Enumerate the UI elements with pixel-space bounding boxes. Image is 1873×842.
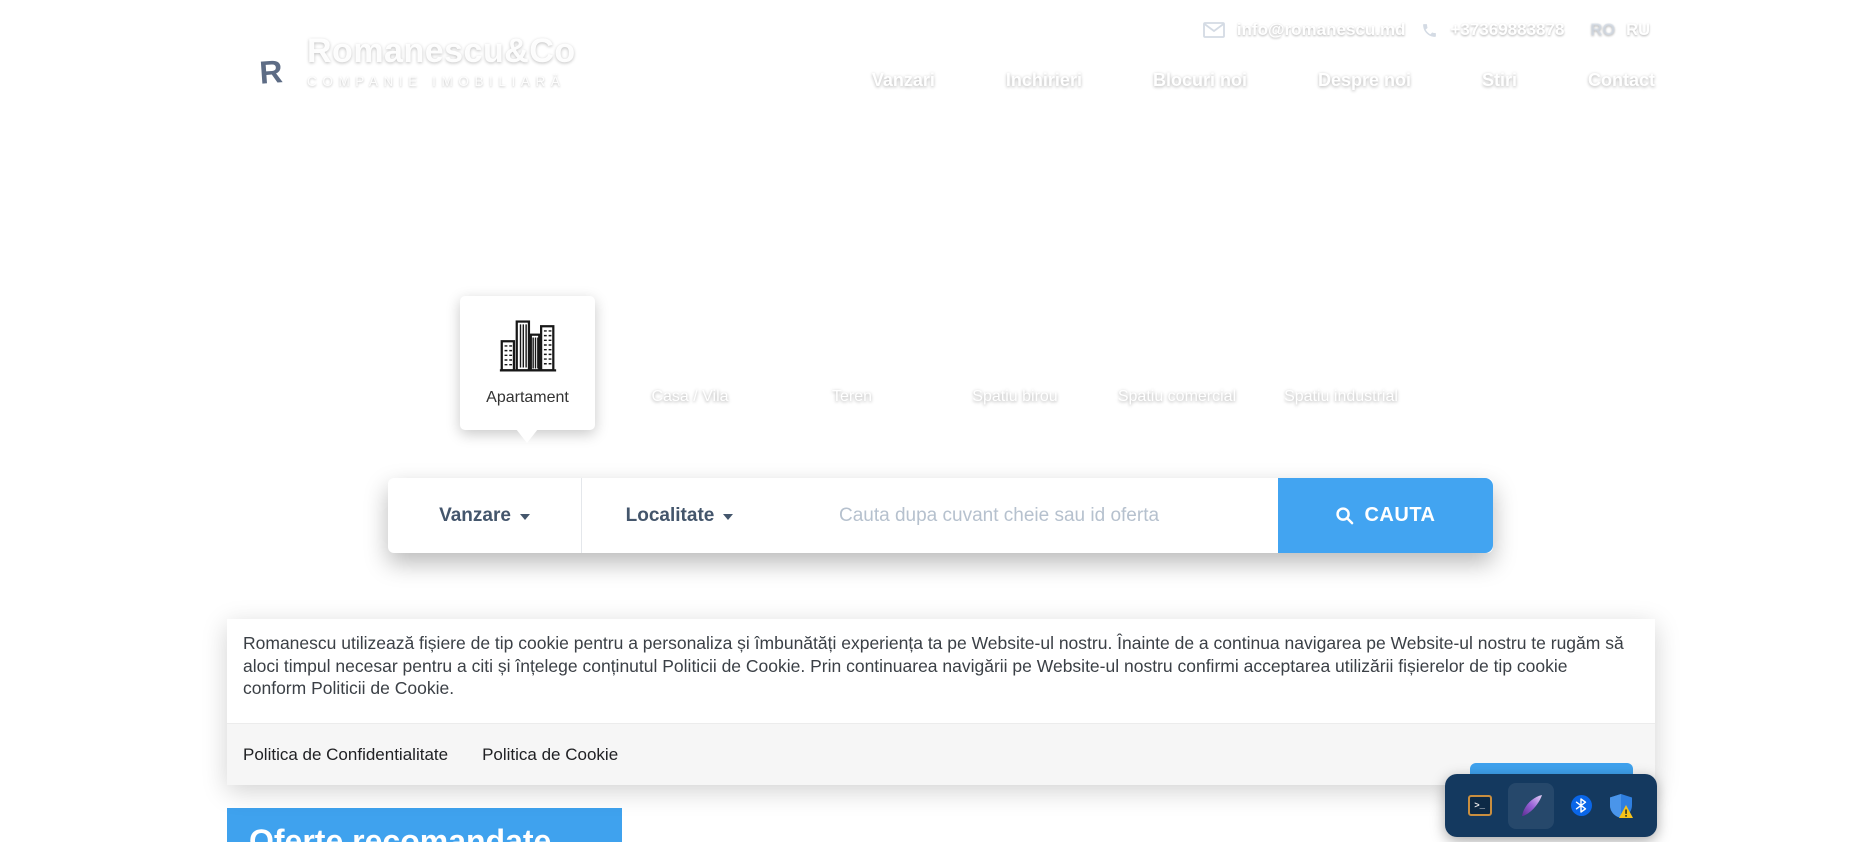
brand-tagline: COMPANIE IMOBILIARĂ: [307, 74, 576, 89]
topbar-contact-row: info@romanescu.md +37369883878 RO RU: [1203, 20, 1650, 40]
tab-label: Teren: [777, 388, 927, 406]
phone-icon: [1421, 22, 1438, 39]
phone-link[interactable]: +37369883878: [1450, 20, 1564, 40]
search-input[interactable]: [777, 478, 1278, 553]
tab-spatiu-industrial[interactable]: Spatiu industrial: [1266, 310, 1416, 406]
logo-house-icon: R: [245, 34, 297, 96]
tab-spatiu-comercial[interactable]: Spatiu comercial: [1102, 310, 1252, 406]
link-privacy-policy[interactable]: Politica de Confidentialitate: [243, 745, 448, 765]
brand-name: Romanescu&Co: [307, 34, 576, 68]
cookie-message: Romanescu utilizează fișiere de tip cook…: [227, 619, 1655, 700]
search-bar: Vanzare Localitate CAUTA: [388, 478, 1493, 553]
logo[interactable]: R Romanescu&Co COMPANIE IMOBILIARĂ: [245, 34, 576, 96]
tab-casa-vila[interactable]: Casa / Vila: [615, 310, 765, 406]
tab-label: Apartament: [460, 389, 595, 407]
tab-apartament[interactable]: Apartament: [460, 296, 595, 430]
security-shield-icon[interactable]: [1608, 793, 1634, 819]
logo-letter: R: [244, 52, 298, 93]
system-tray-flyout: >_: [1445, 774, 1657, 837]
property-type-tabs: Apartament Casa / Vila: [0, 296, 1873, 446]
nav-item-despre-noi[interactable]: Despre noi: [1318, 70, 1411, 91]
email-link[interactable]: info@romanescu.md: [1237, 20, 1406, 40]
link-cookie-policy[interactable]: Politica de Cookie: [482, 745, 618, 765]
feather-icon: [1516, 791, 1546, 821]
search-category-value: Vanzare: [439, 505, 511, 527]
tab-teren[interactable]: Teren: [777, 310, 927, 406]
search-button[interactable]: CAUTA: [1278, 478, 1493, 553]
cookie-footer: Politica de Confidentialitate Politica d…: [227, 723, 1655, 785]
page: R Romanescu&Co COMPANIE IMOBILIARĂ info@…: [0, 0, 1873, 842]
section-title-oferte: Oferte recomandate: [227, 808, 622, 842]
tab-label: Spatiu comercial: [1102, 388, 1252, 406]
nav-item-stiri[interactable]: Stiri: [1482, 70, 1517, 91]
active-tab-pointer: [516, 429, 538, 443]
language-switcher: RO RU: [1590, 21, 1650, 40]
terminal-icon[interactable]: >_: [1468, 795, 1492, 816]
bluetooth-icon[interactable]: [1571, 795, 1592, 816]
nav-item-inchirieri[interactable]: Inchirieri: [1006, 70, 1082, 91]
chevron-down-icon: [520, 514, 530, 520]
house-icon: [657, 310, 723, 374]
office-towers-icon: [982, 310, 1048, 374]
storefront-icon: [1144, 310, 1210, 374]
nav-item-contact[interactable]: Contact: [1588, 70, 1655, 91]
industrial-building-icon: [1308, 310, 1374, 374]
tab-spatiu-birou[interactable]: Spatiu birou: [940, 310, 1090, 406]
chevron-down-icon: [723, 514, 733, 520]
nav-item-blocuri-noi[interactable]: Blocuri noi: [1153, 70, 1247, 91]
lang-ru[interactable]: RU: [1626, 21, 1650, 40]
main-nav: Vanzari Inchirieri Blocuri noi Despre no…: [872, 70, 1655, 91]
search-locality-value: Localitate: [626, 505, 715, 527]
lang-ro[interactable]: RO: [1590, 21, 1615, 40]
tab-label: Spatiu birou: [940, 388, 1090, 406]
feather-tile[interactable]: [1508, 783, 1554, 829]
cookie-banner: Romanescu utilizează fișiere de tip cook…: [227, 619, 1655, 785]
email-icon: [1203, 22, 1225, 38]
nav-item-vanzari[interactable]: Vanzari: [872, 70, 935, 91]
search-category-dropdown[interactable]: Vanzare: [388, 478, 582, 553]
search-button-label: CAUTA: [1364, 504, 1435, 527]
apartment-buildings-icon: [498, 316, 558, 374]
tab-label: Casa / Vila: [615, 388, 765, 406]
tree-land-icon: [819, 310, 885, 374]
tab-label: Spatiu industrial: [1266, 388, 1416, 406]
search-locality-dropdown[interactable]: Localitate: [582, 478, 777, 553]
search-icon: [1335, 506, 1354, 525]
